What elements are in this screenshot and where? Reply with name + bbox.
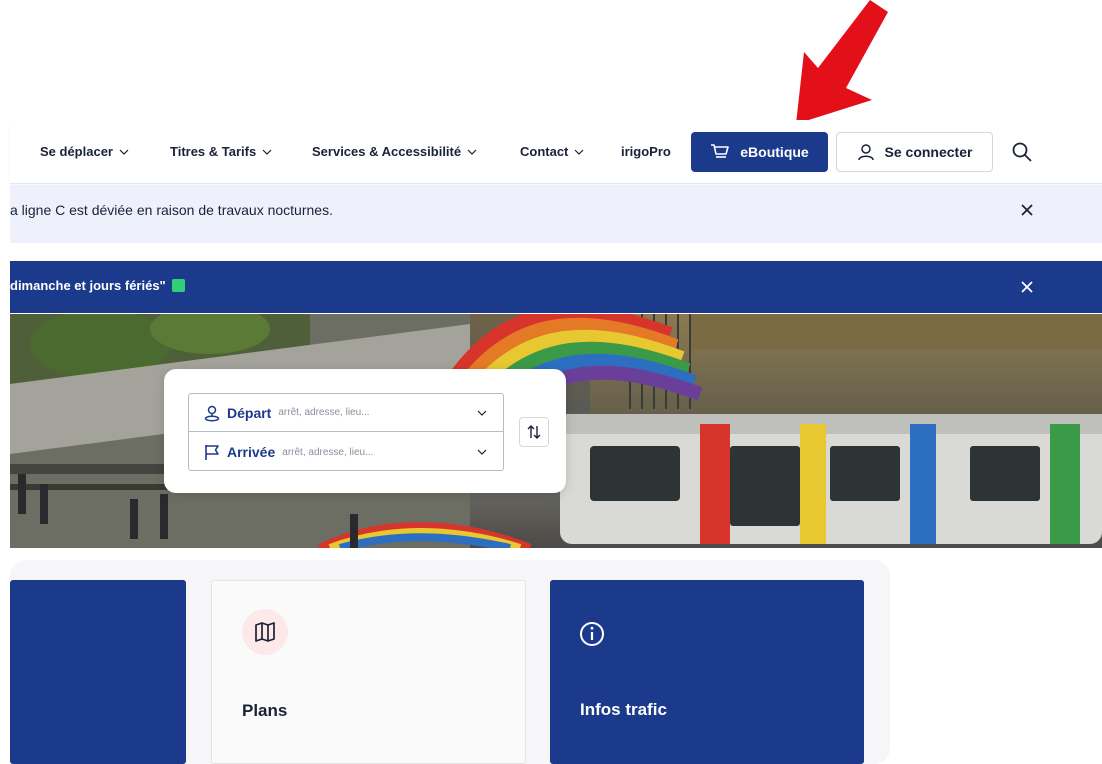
- flag-icon: [205, 445, 219, 460]
- arrival-label: Arrivée: [227, 444, 276, 460]
- chevron-down-icon[interactable]: [477, 447, 487, 457]
- chevron-down-icon: [119, 149, 129, 155]
- departure-field[interactable]: Départ arrêt, adresse, lieu...: [189, 394, 503, 432]
- nav-item-se-deplacer[interactable]: Se déplacer: [40, 144, 129, 159]
- arrival-field[interactable]: Arrivée arrêt, adresse, lieu...: [189, 433, 503, 471]
- route-fields: Départ arrêt, adresse, lieu... Arrivée a…: [188, 393, 504, 471]
- banner-alert-content: dimanche et jours fériés": [10, 278, 185, 293]
- info-alert-text: a ligne C est déviée en raison de travau…: [10, 202, 333, 218]
- plans-card-title: Plans: [242, 701, 288, 720]
- cart-icon: [711, 144, 730, 158]
- close-icon[interactable]: [1015, 198, 1039, 222]
- swap-arrows-icon: [527, 425, 541, 439]
- login-button[interactable]: Se connecter: [836, 132, 993, 172]
- eboutique-button[interactable]: eBoutique: [691, 132, 828, 172]
- route-search-card: Départ arrêt, adresse, lieu... Arrivée a…: [164, 369, 566, 493]
- banner-alert-text: dimanche et jours fériés": [10, 278, 166, 293]
- plans-card[interactable]: Plans: [211, 580, 526, 764]
- map-icon: [255, 622, 275, 642]
- close-icon[interactable]: [1015, 275, 1039, 299]
- map-icon-badge: [242, 609, 288, 655]
- main-navbar: Se déplacer Titres & Tarifs Services & A…: [10, 120, 1102, 184]
- departure-placeholder: arrêt, adresse, lieu...: [278, 407, 370, 418]
- chevron-down-icon: [262, 149, 272, 155]
- nav-item-label: Titres & Tarifs: [170, 144, 257, 159]
- user-icon: [857, 144, 874, 161]
- traffic-info-card[interactable]: Infos trafic: [550, 580, 864, 764]
- nav-item-label: Se déplacer: [40, 144, 113, 159]
- login-label: Se connecter: [884, 144, 973, 160]
- departure-label: Départ: [227, 404, 272, 421]
- info-alert: a ligne C est déviée en raison de travau…: [10, 185, 1102, 243]
- banner-alert: dimanche et jours fériés": [10, 261, 1102, 313]
- chevron-down-icon: [467, 149, 477, 155]
- info-icon: [580, 622, 604, 646]
- search-icon[interactable]: [1010, 140, 1034, 164]
- annotation-arrow: [796, 0, 888, 124]
- nav-item-services[interactable]: Services & Accessibilité: [312, 144, 477, 159]
- quick-link-card-partial[interactable]: [10, 580, 186, 764]
- nav-item-titres-tarifs[interactable]: Titres & Tarifs: [170, 144, 272, 159]
- location-pin-icon: [204, 405, 220, 421]
- nav-item-label: irigoPro: [621, 144, 671, 159]
- green-square-icon: [171, 279, 185, 292]
- chevron-down-icon: [574, 149, 584, 155]
- nav-item-contact[interactable]: Contact: [520, 144, 584, 159]
- nav-item-label: Services & Accessibilité: [312, 144, 462, 159]
- nav-item-label: Contact: [520, 144, 569, 159]
- swap-route-button[interactable]: [519, 417, 549, 447]
- nav-item-irigopro[interactable]: irigoPro: [621, 144, 671, 159]
- eboutique-label: eBoutique: [740, 144, 809, 160]
- arrival-placeholder: arrêt, adresse, lieu...: [282, 446, 374, 458]
- chevron-down-icon[interactable]: [477, 408, 487, 418]
- traffic-card-title: Infos trafic: [580, 700, 667, 719]
